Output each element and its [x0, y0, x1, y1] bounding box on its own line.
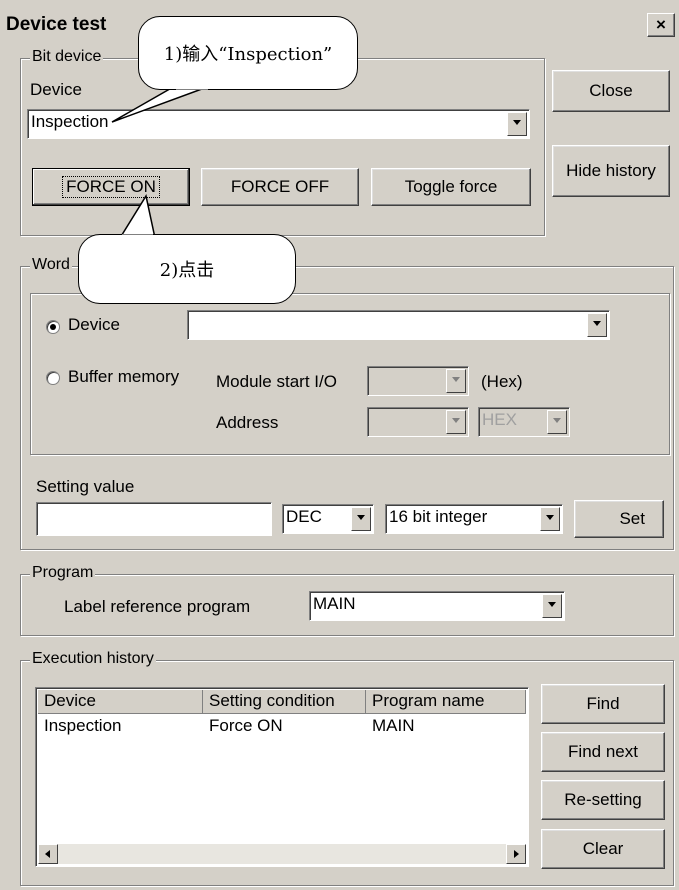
- callout-joins: [122, 86, 208, 238]
- device-test-dialog: Device test × Bit device Device Inspecti…: [0, 0, 679, 890]
